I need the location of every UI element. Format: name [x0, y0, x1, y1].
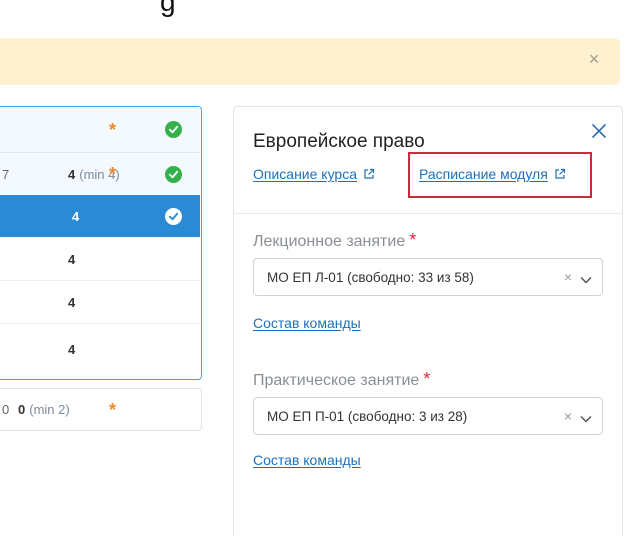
practice-field-label: Практическое занятие * [253, 369, 430, 390]
annotation-highlight-box [408, 152, 592, 198]
external-link-icon [363, 167, 375, 179]
check-circle-icon [165, 207, 182, 225]
required-asterisk: * [109, 119, 117, 140]
practice-selected-value: МО ЕП П-01 (свободно: 3 из 28) [267, 408, 468, 424]
course-description-link[interactable]: Описание курса [253, 166, 375, 182]
lecture-field-label: Лекционное занятие * [253, 230, 416, 251]
required-asterisk: * [423, 369, 431, 389]
chevron-down-icon[interactable] [580, 411, 592, 423]
check-circle-icon [165, 165, 182, 183]
lecture-label-text: Лекционное занятие [253, 233, 406, 250]
page: g × * 7 4(min 4) * 4 4 4 4 0 0(min 2) [0, 0, 633, 536]
required-asterisk: * [109, 164, 117, 184]
chevron-down-icon[interactable] [580, 272, 592, 284]
count-value: 4 [72, 208, 80, 224]
lecture-selected-value: МО ЕП Л-01 (свободно: 33 из 58) [267, 269, 474, 285]
notice-banner: × [0, 38, 620, 85]
table-row[interactable]: 0 0 (min 2) * [0, 388, 202, 431]
table-row[interactable]: 7 4 (min 4) * [0, 152, 200, 195]
count-minimum: (min 2) [29, 402, 70, 417]
cell-count: 0 (min 2) [18, 402, 70, 417]
table-row[interactable]: 4 [0, 237, 200, 280]
clear-icon[interactable]: × [564, 408, 572, 424]
group-selection-table: * 7 4 (min 4) * 4 4 4 4 [0, 106, 202, 380]
cell-value: 0 [2, 402, 10, 417]
practice-select[interactable]: МО ЕП П-01 (свободно: 3 из 28) × [253, 397, 603, 435]
table-row[interactable]: 4 [0, 323, 200, 379]
table-row-selected[interactable]: 4 [0, 195, 200, 237]
close-icon[interactable] [591, 123, 607, 139]
table-row[interactable]: * [0, 107, 200, 152]
table-row[interactable]: 4 [0, 280, 200, 323]
check-circle-icon [165, 121, 182, 138]
close-icon[interactable]: × [586, 50, 602, 68]
count-value: 4 [68, 294, 76, 310]
practice-label-text: Практическое занятие [253, 372, 420, 389]
cropped-heading-fragment: g [160, 0, 176, 17]
cell-value: 7 [2, 166, 10, 182]
count-value: 4 [68, 166, 76, 182]
clear-icon[interactable]: × [564, 269, 572, 285]
count-value: 0 [18, 402, 26, 417]
lecture-select[interactable]: МО ЕП Л-01 (свободно: 33 из 58) × [253, 258, 603, 296]
count-value: 4 [68, 342, 76, 357]
lecture-team-link[interactable]: Состав команды [253, 315, 361, 331]
course-details-panel: Европейское право Описание курса Расписа… [233, 106, 623, 536]
course-description-label: Описание курса [253, 166, 358, 182]
panel-title: Европейское право [253, 131, 425, 152]
count-value: 4 [68, 251, 76, 267]
required-asterisk: * [409, 230, 417, 250]
required-asterisk: * [109, 399, 117, 420]
practice-team-link[interactable]: Состав команды [253, 452, 361, 468]
panel-header: Европейское право Описание курса Расписа… [234, 107, 622, 214]
